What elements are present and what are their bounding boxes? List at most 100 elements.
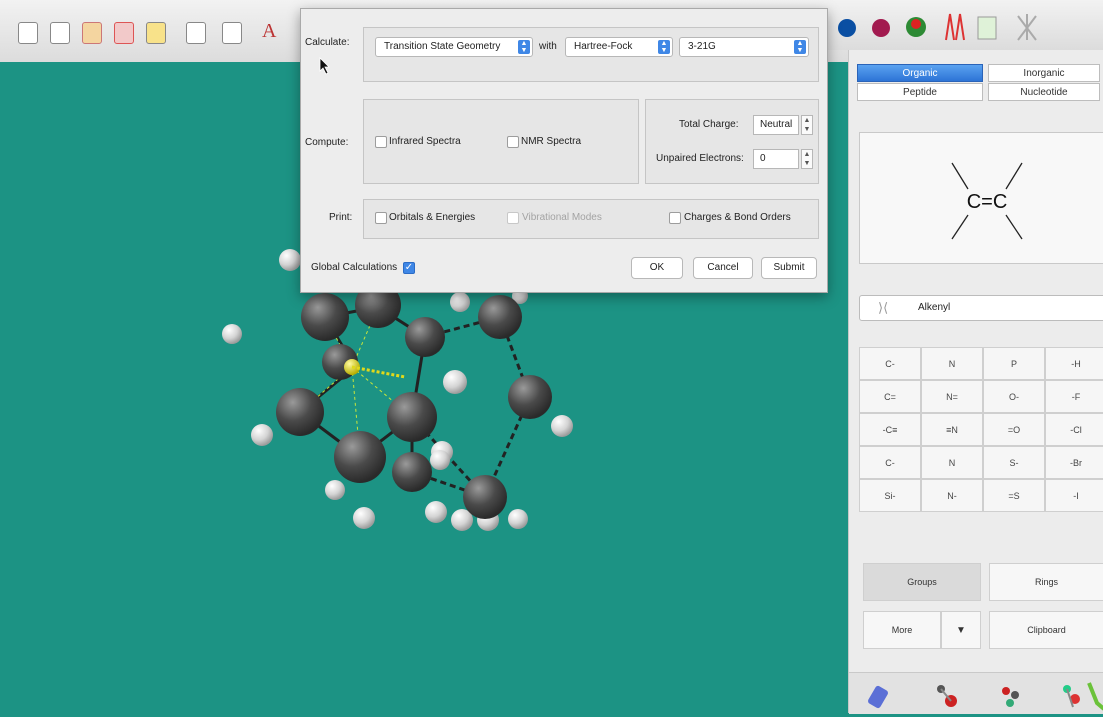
fragment-button[interactable]: =S (983, 479, 1045, 512)
fragment-label: C= (884, 391, 896, 402)
fragment-label: -C≡ (882, 424, 898, 435)
unpaired-electrons-stepper[interactable]: ▲ ▼ (801, 149, 813, 169)
fragment-label: N (948, 457, 956, 468)
fragment-label: ≡N (946, 424, 958, 435)
vibrational-checkbox (507, 212, 519, 224)
fragment-label: N (948, 358, 956, 369)
calculations-dialog: Calculate: Transition State Geometry ▲ ▼ … (300, 8, 828, 293)
fragment-preview: C=C (859, 132, 1103, 264)
fragment-type-select[interactable]: ⟩⟨ Alkenyl ▲▼ (859, 295, 1103, 321)
spreadsheet-icon[interactable] (977, 16, 997, 40)
tab-organic[interactable]: Organic (857, 64, 983, 82)
orbital-icon[interactable] (838, 19, 856, 37)
fragment-label: -Br (1070, 457, 1082, 468)
fragment-label: O- (1009, 391, 1019, 402)
add-fragment-icon[interactable] (82, 22, 102, 44)
eraser-tool-icon[interactable] (867, 685, 889, 709)
fragment-button[interactable]: =O (983, 413, 1045, 446)
rotate-tool-icon[interactable] (1063, 685, 1080, 708)
pencil-tool-icon[interactable] (1087, 682, 1103, 711)
groups-button[interactable]: Groups (863, 563, 981, 601)
fragment-label: Si- (884, 490, 896, 501)
display-icon[interactable] (222, 22, 242, 44)
ok-button[interactable]: OK (631, 257, 683, 279)
fragment-button[interactable]: Si- (859, 479, 921, 512)
fragment-button[interactable]: -Br (1045, 446, 1103, 479)
tab-nucleotide[interactable]: Nucleotide (988, 83, 1100, 101)
fragment-label: C- (885, 358, 895, 369)
tab-peptide[interactable]: Peptide (857, 83, 983, 101)
spectra-icon[interactable] (945, 13, 965, 41)
more-button[interactable]: More (863, 611, 941, 649)
fragment-label: S- (1009, 457, 1019, 468)
fragment-label: =S (1008, 490, 1020, 501)
nmr-checkbox[interactable] (507, 136, 519, 148)
text-label-icon[interactable]: A (262, 20, 282, 42)
chevron-up-down-icon: ▲▼ (658, 40, 670, 54)
build-panel: Organic Inorganic Peptide Nucleotide C=C… (848, 50, 1103, 714)
atom-tool-icon[interactable] (1002, 687, 1019, 707)
fragment-label: -Cl (1070, 424, 1082, 435)
fragment-label: N- (947, 490, 957, 501)
total-charge-stepper[interactable]: ▲ ▼ (801, 115, 813, 135)
calc-type-select[interactable]: Transition State Geometry ▲ ▼ (375, 37, 533, 57)
cancel-button[interactable]: Cancel (693, 257, 753, 279)
fragment-button[interactable]: -F (1045, 380, 1103, 413)
with-label: with (539, 41, 557, 52)
clipboard-button[interactable]: Clipboard (989, 611, 1103, 649)
fragment-label: C- (885, 457, 895, 468)
properties-icon[interactable] (1017, 14, 1037, 41)
alkenyl-icon: ⟩⟨ (878, 300, 889, 315)
alkene-structure: C=C (951, 162, 1023, 240)
fragment-button[interactable]: N (921, 347, 983, 380)
submit-button[interactable]: Submit (761, 257, 817, 279)
fragment-label: -H (1071, 358, 1081, 369)
rings-button[interactable]: Rings (989, 563, 1103, 601)
fragment-button[interactable]: O- (983, 380, 1045, 413)
fragment-type-value: Alkenyl (918, 302, 951, 313)
total-charge-field[interactable]: Neutral (753, 115, 799, 135)
fragment-button[interactable]: C- (859, 347, 921, 380)
fragment-button[interactable]: ≡N (921, 413, 983, 446)
new-document-icon[interactable] (18, 22, 38, 44)
delete-icon[interactable] (114, 22, 134, 44)
charge-group (645, 99, 819, 184)
fragment-label: =O (1007, 424, 1021, 435)
fragment-button[interactable]: -I (1045, 479, 1103, 512)
basis-set-select[interactable]: 3-21G ▲ ▼ (679, 37, 809, 57)
fragment-button[interactable]: P (983, 347, 1045, 380)
chevron-down-icon: ▼ (956, 624, 966, 636)
metal-bond (351, 365, 406, 379)
open-document-icon[interactable] (50, 22, 70, 44)
method-select[interactable]: Hartree-Fock ▲ ▼ (565, 37, 673, 57)
calculation-icon[interactable] (186, 22, 206, 44)
fragment-label: -I (1073, 490, 1079, 501)
bond-tool-icon[interactable] (937, 685, 957, 707)
nmr-label: NMR Spectra (521, 136, 582, 147)
mouse-cursor-icon (319, 57, 330, 75)
fragment-button[interactable]: -H (1045, 347, 1103, 380)
fragment-button[interactable]: S- (983, 446, 1045, 479)
orbitals-label: Orbitals & Energies (389, 212, 476, 223)
infrared-checkbox[interactable] (375, 136, 387, 148)
surface-icon[interactable] (872, 19, 890, 37)
more-dropdown-button[interactable]: ▼ (941, 611, 981, 649)
toolbar-right (824, 0, 1103, 50)
global-calculations-checkbox[interactable]: ✓ (403, 262, 415, 274)
fragment-button[interactable]: N (921, 446, 983, 479)
minimize-icon[interactable] (146, 22, 166, 44)
fragment-label: N= (946, 391, 958, 402)
charges-label: Charges & Bond Orders (684, 212, 791, 223)
basis-set-value: 3-21G (688, 41, 716, 52)
fragment-button[interactable]: N- (921, 479, 983, 512)
fragment-button[interactable]: -C≡ (859, 413, 921, 446)
method-value: Hartree-Fock (574, 41, 633, 52)
tab-inorganic[interactable]: Inorganic (988, 64, 1100, 82)
fragment-button[interactable]: C= (859, 380, 921, 413)
fragment-button[interactable]: -Cl (1045, 413, 1103, 446)
charges-checkbox[interactable] (669, 212, 681, 224)
fragment-button[interactable]: N= (921, 380, 983, 413)
fragment-button[interactable]: C- (859, 446, 921, 479)
orbitals-checkbox[interactable] (375, 212, 387, 224)
unpaired-electrons-field[interactable]: 0 (753, 149, 799, 169)
